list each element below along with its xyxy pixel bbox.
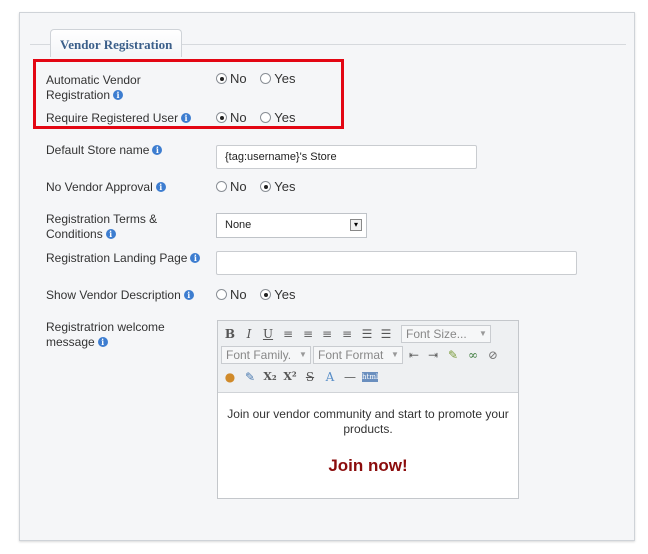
editor-content-area[interactable]: Join our vendor community and start to p… <box>218 407 518 437</box>
color-palette-icon[interactable]: ● <box>222 369 238 385</box>
default-store-name-label: Default Store name i <box>46 143 163 158</box>
radio-button[interactable] <box>216 289 227 300</box>
registration-terms-selected-value: None <box>225 219 252 231</box>
registration-landing-page-label: Registration Landing Page i <box>46 251 201 266</box>
no-vendor-approval-radio-group: No Yes <box>216 179 305 195</box>
outdent-icon[interactable]: ⇤ <box>406 347 422 363</box>
bold-icon[interactable]: B <box>222 326 238 342</box>
editor-content-line2: products. <box>343 422 393 436</box>
font-family-select-label: Font Family. <box>226 348 292 362</box>
option-label-yes: Yes <box>274 287 296 302</box>
info-icon[interactable]: i <box>183 290 194 300</box>
ordered-list-icon[interactable]: ☰ <box>359 326 375 342</box>
info-icon[interactable]: i <box>97 337 108 347</box>
strikethrough-icon[interactable]: S <box>302 369 318 385</box>
link-icon[interactable]: ∞ <box>465 347 481 363</box>
join-now-text: Join now! <box>328 456 408 475</box>
info-icon[interactable]: i <box>190 253 201 263</box>
welcome-message-label-line2: message <box>46 335 95 349</box>
registration-terms-select[interactable]: None ▾ <box>216 213 367 238</box>
default-store-name-label-text: Default Store name <box>46 143 150 157</box>
info-icon[interactable]: i <box>155 182 166 192</box>
registration-terms-label-line2: Conditions <box>46 227 103 241</box>
registration-terms-label-line1: Registration Terms & <box>46 212 158 226</box>
info-icon[interactable]: i <box>105 229 116 239</box>
radio-button-checked[interactable] <box>260 181 272 192</box>
chevron-down-icon: ▼ <box>299 350 307 359</box>
no-vendor-approval-yes-option[interactable]: Yes <box>260 179 295 194</box>
option-label-no: No <box>230 179 247 194</box>
editor-content-line1: Join our vendor community and start to p… <box>227 407 509 421</box>
edit-image-icon[interactable]: ✎ <box>445 347 461 363</box>
underline-icon[interactable]: U <box>260 326 276 342</box>
align-right-icon[interactable]: ≡ <box>319 326 335 342</box>
no-vendor-approval-no-option[interactable]: No <box>216 179 247 194</box>
html-source-icon[interactable]: html <box>362 372 378 382</box>
unordered-list-icon[interactable]: ☰ <box>378 326 394 342</box>
section-title: Vendor Registration <box>50 29 183 57</box>
font-size-select-label: Font Size... <box>406 327 467 341</box>
font-format-select[interactable]: Font Format ▼ <box>313 346 403 364</box>
highlight-box <box>33 59 344 129</box>
justify-icon[interactable]: ≡ <box>339 326 355 342</box>
font-family-select[interactable]: Font Family. ▼ <box>221 346 311 364</box>
italic-icon[interactable]: I <box>241 326 257 342</box>
horizontal-rule-icon[interactable]: — <box>342 369 358 385</box>
info-icon[interactable]: i <box>152 145 163 155</box>
unlink-icon[interactable]: ⊘ <box>485 347 501 363</box>
superscript-icon[interactable]: X² <box>282 369 298 385</box>
show-vendor-description-yes-option[interactable]: Yes <box>260 287 295 302</box>
no-vendor-approval-label-text: No Vendor Approval <box>46 180 153 194</box>
chevron-down-icon: ▼ <box>479 329 487 338</box>
no-vendor-approval-label: No Vendor Approval i <box>46 180 166 195</box>
option-label-no: No <box>230 287 247 302</box>
indent-icon[interactable]: ⇥ <box>425 347 441 363</box>
chevron-down-icon: ▼ <box>391 350 399 359</box>
rich-text-editor: B I U ≡ ≡ ≡ ≡ ☰ ☰ Font Size... ▼ Font Fa… <box>217 320 519 499</box>
registration-landing-page-label-text: Registration Landing Page <box>46 251 188 265</box>
show-vendor-description-label: Show Vendor Description i <box>46 288 194 303</box>
subscript-icon[interactable]: X₂ <box>262 369 278 385</box>
registration-landing-page-input[interactable] <box>216 251 577 275</box>
font-size-select[interactable]: Font Size... ▼ <box>401 325 491 343</box>
dropdown-arrow-icon[interactable]: ▾ <box>350 219 362 231</box>
radio-button-checked[interactable] <box>260 289 272 300</box>
radio-button[interactable] <box>216 181 227 192</box>
align-center-icon[interactable]: ≡ <box>300 326 316 342</box>
show-vendor-description-radio-group: No Yes <box>216 287 305 303</box>
welcome-message-label: Registratrion welcome message i <box>46 320 165 350</box>
clear-formatting-icon[interactable]: A <box>322 369 338 385</box>
default-store-name-input[interactable]: {tag:username}'s Store <box>216 145 477 169</box>
registration-terms-label: Registration Terms & Conditions i <box>46 212 157 242</box>
option-label-yes: Yes <box>274 179 296 194</box>
show-vendor-description-no-option[interactable]: No <box>216 287 247 302</box>
align-left-icon[interactable]: ≡ <box>280 326 296 342</box>
editor-toolbar: B I U ≡ ≡ ≡ ≡ ☰ ☰ Font Size... ▼ Font Fa… <box>218 321 518 393</box>
font-format-select-label: Font Format <box>318 348 384 362</box>
edit-document-icon[interactable]: ✎ <box>242 369 258 385</box>
show-vendor-description-label-text: Show Vendor Description <box>46 288 181 302</box>
welcome-message-label-line1: Registratrion welcome <box>46 320 165 334</box>
